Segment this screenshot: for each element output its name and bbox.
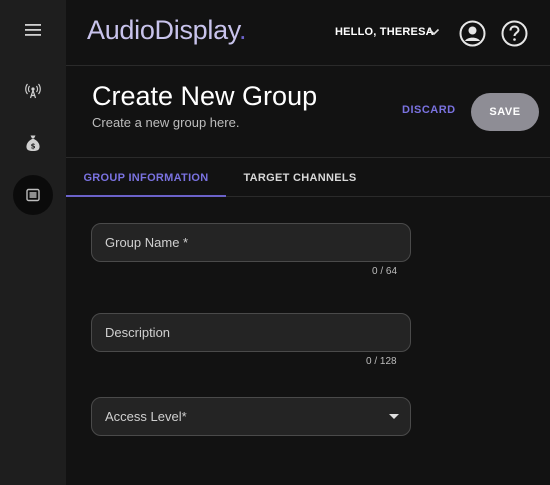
menu-button[interactable]	[13, 10, 53, 50]
top-bar: AudioDisplay. HELLO, THERESA	[66, 0, 550, 66]
rail-item-money[interactable]: $	[13, 123, 53, 163]
app-logo[interactable]: AudioDisplay.	[87, 15, 246, 46]
main-panel: AudioDisplay. HELLO, THERESA Create New …	[66, 0, 550, 485]
broadcast-icon	[25, 83, 41, 99]
group-name-counter: 0 / 64	[372, 266, 398, 277]
help-circle-icon[interactable]	[501, 20, 528, 47]
chevron-down-icon[interactable]	[428, 27, 440, 37]
active-tab-indicator	[66, 195, 226, 197]
hamburger-menu-icon	[25, 24, 41, 36]
account-circle-icon[interactable]	[459, 20, 486, 47]
svg-text:$: $	[31, 143, 36, 151]
discard-button[interactable]: DISCARD	[402, 104, 456, 116]
money-bag-icon: $	[26, 135, 40, 151]
dropdown-arrow-icon	[389, 414, 399, 419]
save-button[interactable]: SAVE	[471, 93, 539, 131]
group-name-label: Group Name *	[105, 235, 189, 250]
access-level-label: Access Level*	[105, 409, 187, 424]
tab-bar: GROUP INFORMATION TARGET CHANNELS	[66, 159, 550, 197]
description-field[interactable]: Description	[91, 313, 411, 352]
group-name-field[interactable]: Group Name *	[91, 223, 411, 262]
description-label: Description	[105, 325, 171, 340]
user-greeting[interactable]: HELLO, THERESA	[335, 26, 434, 38]
page-header: Create New Group Create a new group here…	[66, 67, 550, 158]
rail-item-groups[interactable]	[13, 175, 53, 215]
tab-target-channels[interactable]: TARGET CHANNELS	[226, 159, 374, 197]
rail-item-broadcast[interactable]	[13, 71, 53, 111]
groups-icon	[26, 188, 40, 202]
tab-group-information[interactable]: GROUP INFORMATION	[66, 159, 226, 197]
side-rail: $	[0, 0, 66, 485]
page-subtitle: Create a new group here.	[92, 115, 240, 130]
logo-dot: .	[238, 15, 247, 45]
page-title: Create New Group	[92, 81, 318, 111]
access-level-select[interactable]: Access Level*	[91, 397, 411, 436]
logo-text: AudioDisplay	[87, 15, 239, 45]
description-counter: 0 / 128	[366, 356, 397, 367]
